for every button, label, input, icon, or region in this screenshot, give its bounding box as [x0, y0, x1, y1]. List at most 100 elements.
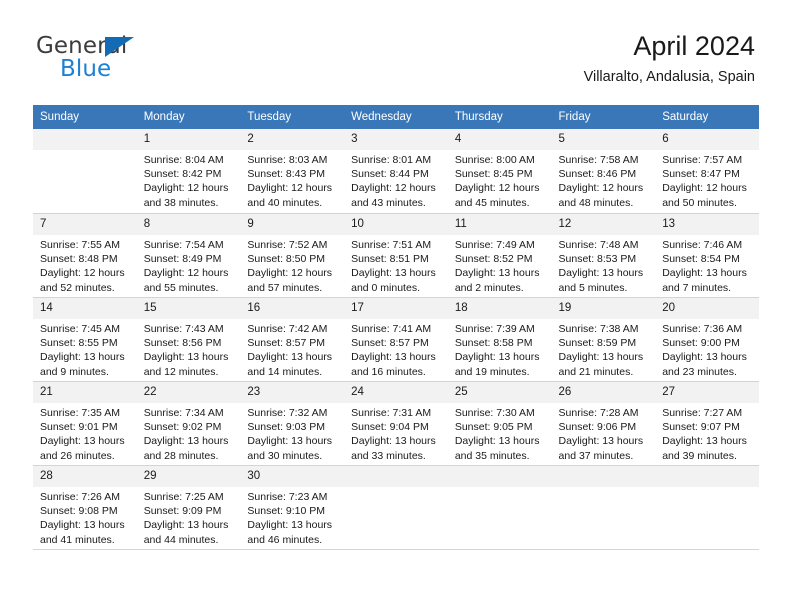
- sunset-text: Sunset: 8:42 PM: [143, 168, 222, 181]
- day-number: 30: [240, 466, 345, 487]
- weekday-header-friday: Friday: [551, 105, 656, 129]
- day-number: 16: [240, 298, 345, 319]
- daylight-text-line1: Daylight: 13 hours: [143, 519, 229, 532]
- day-cell[interactable]: 6 Sunrise: 7:57 AM Sunset: 8:47 PM Daylight…: [655, 129, 759, 213]
- day-details: Sunrise: 7:52 AM Sunset: 8:50 PM Daylight:…: [240, 235, 344, 295]
- daylight-text-line2: and 30 minutes.: [247, 449, 323, 462]
- day-cell[interactable]: 20 Sunrise: 7:36 AM Sunset: 9:00 PM Dayligh…: [655, 297, 759, 381]
- daylight-text-line2: and 26 minutes.: [40, 449, 115, 462]
- daylight-text-line2: and 14 minutes.: [247, 365, 323, 378]
- day-number: 8: [136, 214, 241, 235]
- day-number: 6: [655, 129, 759, 150]
- daylight-text-line1: Daylight: 12 hours: [247, 182, 333, 195]
- day-cell[interactable]: 7 Sunrise: 7:55 AM Sunset: 8:48 PM Daylight…: [33, 213, 137, 297]
- daylight-text-line2: and 55 minutes.: [143, 281, 219, 294]
- sunset-text: Sunset: 9:04 PM: [351, 421, 429, 434]
- sunset-text: Sunset: 9:01 PM: [40, 421, 118, 434]
- day-number: 4: [447, 129, 552, 150]
- daylight-text-line1: Daylight: 12 hours: [351, 182, 436, 195]
- daylight-text-line2: and 39 minutes.: [662, 449, 737, 462]
- daylight-text-line2: and 2 minutes.: [454, 281, 524, 294]
- day-cell[interactable]: 27 Sunrise: 7:27 AM Sunset: 9:07 PM Dayligh…: [655, 381, 759, 465]
- daylight-text-line1: Daylight: 13 hours: [40, 519, 125, 532]
- sunrise-text: Sunrise: 7:34 AM: [143, 407, 224, 419]
- day-cell[interactable]: 22 Sunrise: 7:34 AM Sunset: 9:02 PM Dayligh…: [136, 381, 241, 465]
- daylight-text-line2: and 19 minutes.: [454, 365, 530, 378]
- sunrise-text: Sunrise: 7:32 AM: [247, 407, 328, 419]
- sunset-text: Sunset: 8:58 PM: [454, 337, 533, 350]
- day-details: Sunrise: 7:27 AM Sunset: 9:07 PM Daylight:…: [655, 403, 759, 463]
- sunset-text: Sunset: 9:06 PM: [558, 421, 637, 434]
- day-cell[interactable]: 12 Sunrise: 7:48 AM Sunset: 8:53 PM Dayligh…: [551, 213, 656, 297]
- sunset-text: Sunset: 8:47 PM: [662, 168, 740, 181]
- day-cell-empty: [655, 465, 759, 549]
- day-cell[interactable]: 8 Sunrise: 7:54 AM Sunset: 8:49 PM Daylight…: [136, 213, 241, 297]
- sunset-text: Sunset: 8:45 PM: [454, 168, 533, 181]
- daylight-text-line1: Daylight: 13 hours: [558, 435, 644, 448]
- day-cell[interactable]: 25 Sunrise: 7:30 AM Sunset: 9:05 PM Dayligh…: [447, 381, 552, 465]
- daylight-text-line2: and 9 minutes.: [40, 365, 109, 378]
- sunset-text: Sunset: 8:50 PM: [247, 253, 326, 266]
- day-number: 25: [447, 382, 552, 403]
- day-details: Sunrise: 7:46 AM Sunset: 8:54 PM Daylight:…: [655, 235, 759, 295]
- day-details: Sunrise: 8:03 AM Sunset: 8:43 PM Daylight:…: [240, 150, 344, 210]
- day-number: [344, 466, 448, 487]
- sunset-text: Sunset: 8:51 PM: [351, 253, 429, 266]
- daylight-text-line1: Daylight: 12 hours: [143, 182, 229, 195]
- day-cell[interactable]: 30 Sunrise: 7:23 AM Sunset: 9:10 PM Dayligh…: [240, 465, 345, 549]
- day-cell[interactable]: 4 Sunrise: 8:00 AM Sunset: 8:45 PM Daylight…: [447, 129, 552, 213]
- day-cell[interactable]: 28 Sunrise: 7:26 AM Sunset: 9:08 PM Dayligh…: [33, 465, 137, 549]
- day-details: Sunrise: 7:26 AM Sunset: 9:08 PM Daylight:…: [33, 487, 137, 547]
- day-cell[interactable]: 11 Sunrise: 7:49 AM Sunset: 8:52 PM Dayligh…: [447, 213, 552, 297]
- day-cell[interactable]: 15 Sunrise: 7:43 AM Sunset: 8:56 PM Dayligh…: [136, 297, 241, 381]
- day-cell[interactable]: 17 Sunrise: 7:41 AM Sunset: 8:57 PM Dayligh…: [344, 297, 448, 381]
- day-cell[interactable]: 10 Sunrise: 7:51 AM Sunset: 8:51 PM Dayligh…: [344, 213, 448, 297]
- day-cell[interactable]: 21 Sunrise: 7:35 AM Sunset: 9:01 PM Dayligh…: [33, 381, 137, 465]
- weekday-header-thursday: Thursday: [447, 105, 552, 129]
- sunrise-text: Sunrise: 7:45 AM: [40, 323, 120, 335]
- sunrise-text: Sunrise: 7:57 AM: [662, 154, 743, 166]
- daylight-text-line2: and 35 minutes.: [454, 449, 530, 462]
- day-cell[interactable]: 26 Sunrise: 7:28 AM Sunset: 9:06 PM Dayligh…: [551, 381, 656, 465]
- day-cell[interactable]: 23 Sunrise: 7:32 AM Sunset: 9:03 PM Dayligh…: [240, 381, 345, 465]
- day-details: Sunrise: 7:45 AM Sunset: 8:55 PM Daylight:…: [33, 319, 137, 379]
- daylight-text-line1: Daylight: 13 hours: [40, 351, 125, 364]
- day-cell[interactable]: 14 Sunrise: 7:45 AM Sunset: 8:55 PM Dayligh…: [33, 297, 137, 381]
- day-cell[interactable]: 2 Sunrise: 8:03 AM Sunset: 8:43 PM Daylight…: [240, 129, 345, 213]
- day-cell[interactable]: 13 Sunrise: 7:46 AM Sunset: 8:54 PM Dayligh…: [655, 213, 759, 297]
- day-details: Sunrise: 7:23 AM Sunset: 9:10 PM Daylight:…: [240, 487, 344, 547]
- calendar-week-row: 28 Sunrise: 7:26 AM Sunset: 9:08 PM Dayligh…: [33, 465, 759, 549]
- daylight-text-line2: and 48 minutes.: [558, 196, 634, 209]
- table-bottom-border: [33, 549, 759, 550]
- calendar-page: General Blue April 2024 Villaralto, Anda…: [0, 0, 792, 612]
- sunrise-text: Sunrise: 7:28 AM: [558, 407, 639, 419]
- day-cell[interactable]: 24 Sunrise: 7:31 AM Sunset: 9:04 PM Dayligh…: [344, 381, 448, 465]
- sunset-text: Sunset: 9:00 PM: [662, 337, 740, 350]
- day-cell[interactable]: 3 Sunrise: 8:01 AM Sunset: 8:44 PM Daylight…: [344, 129, 448, 213]
- sunrise-text: Sunrise: 7:30 AM: [454, 407, 535, 419]
- daylight-text-line2: and 46 minutes.: [247, 533, 323, 546]
- daylight-text-line2: and 43 minutes.: [351, 196, 426, 209]
- sunset-text: Sunset: 8:56 PM: [143, 337, 222, 350]
- sunrise-text: Sunrise: 7:31 AM: [351, 407, 432, 419]
- day-cell[interactable]: 29 Sunrise: 7:25 AM Sunset: 9:09 PM Dayligh…: [136, 465, 241, 549]
- day-number: [551, 466, 656, 487]
- day-cell[interactable]: 16 Sunrise: 7:42 AM Sunset: 8:57 PM Dayligh…: [240, 297, 345, 381]
- daylight-text-line1: Daylight: 13 hours: [454, 351, 540, 364]
- daylight-text-line2: and 0 minutes.: [351, 281, 420, 294]
- day-details: Sunrise: 7:51 AM Sunset: 8:51 PM Daylight:…: [344, 235, 448, 295]
- sunrise-text: Sunrise: 7:35 AM: [40, 407, 120, 419]
- day-cell[interactable]: 18 Sunrise: 7:39 AM Sunset: 8:58 PM Dayligh…: [447, 297, 552, 381]
- day-cell[interactable]: 5 Sunrise: 7:58 AM Sunset: 8:46 PM Daylight…: [551, 129, 656, 213]
- day-details: Sunrise: 7:48 AM Sunset: 8:53 PM Daylight:…: [552, 235, 656, 295]
- day-cell[interactable]: 9 Sunrise: 7:52 AM Sunset: 8:50 PM Daylight…: [240, 213, 345, 297]
- day-cell[interactable]: 1 Sunrise: 8:04 AM Sunset: 8:42 PM Daylight…: [136, 129, 241, 213]
- daylight-text-line2: and 52 minutes.: [40, 281, 115, 294]
- day-details: Sunrise: 7:57 AM Sunset: 8:47 PM Daylight:…: [655, 150, 759, 210]
- daylight-text-line1: Daylight: 13 hours: [454, 435, 540, 448]
- daylight-text-line1: Daylight: 13 hours: [558, 267, 644, 280]
- day-cell[interactable]: 19 Sunrise: 7:38 AM Sunset: 8:59 PM Dayligh…: [551, 297, 656, 381]
- general-blue-logo: General Blue: [36, 33, 236, 89]
- weekday-header-monday: Monday: [136, 105, 241, 129]
- daylight-text-line2: and 37 minutes.: [558, 449, 634, 462]
